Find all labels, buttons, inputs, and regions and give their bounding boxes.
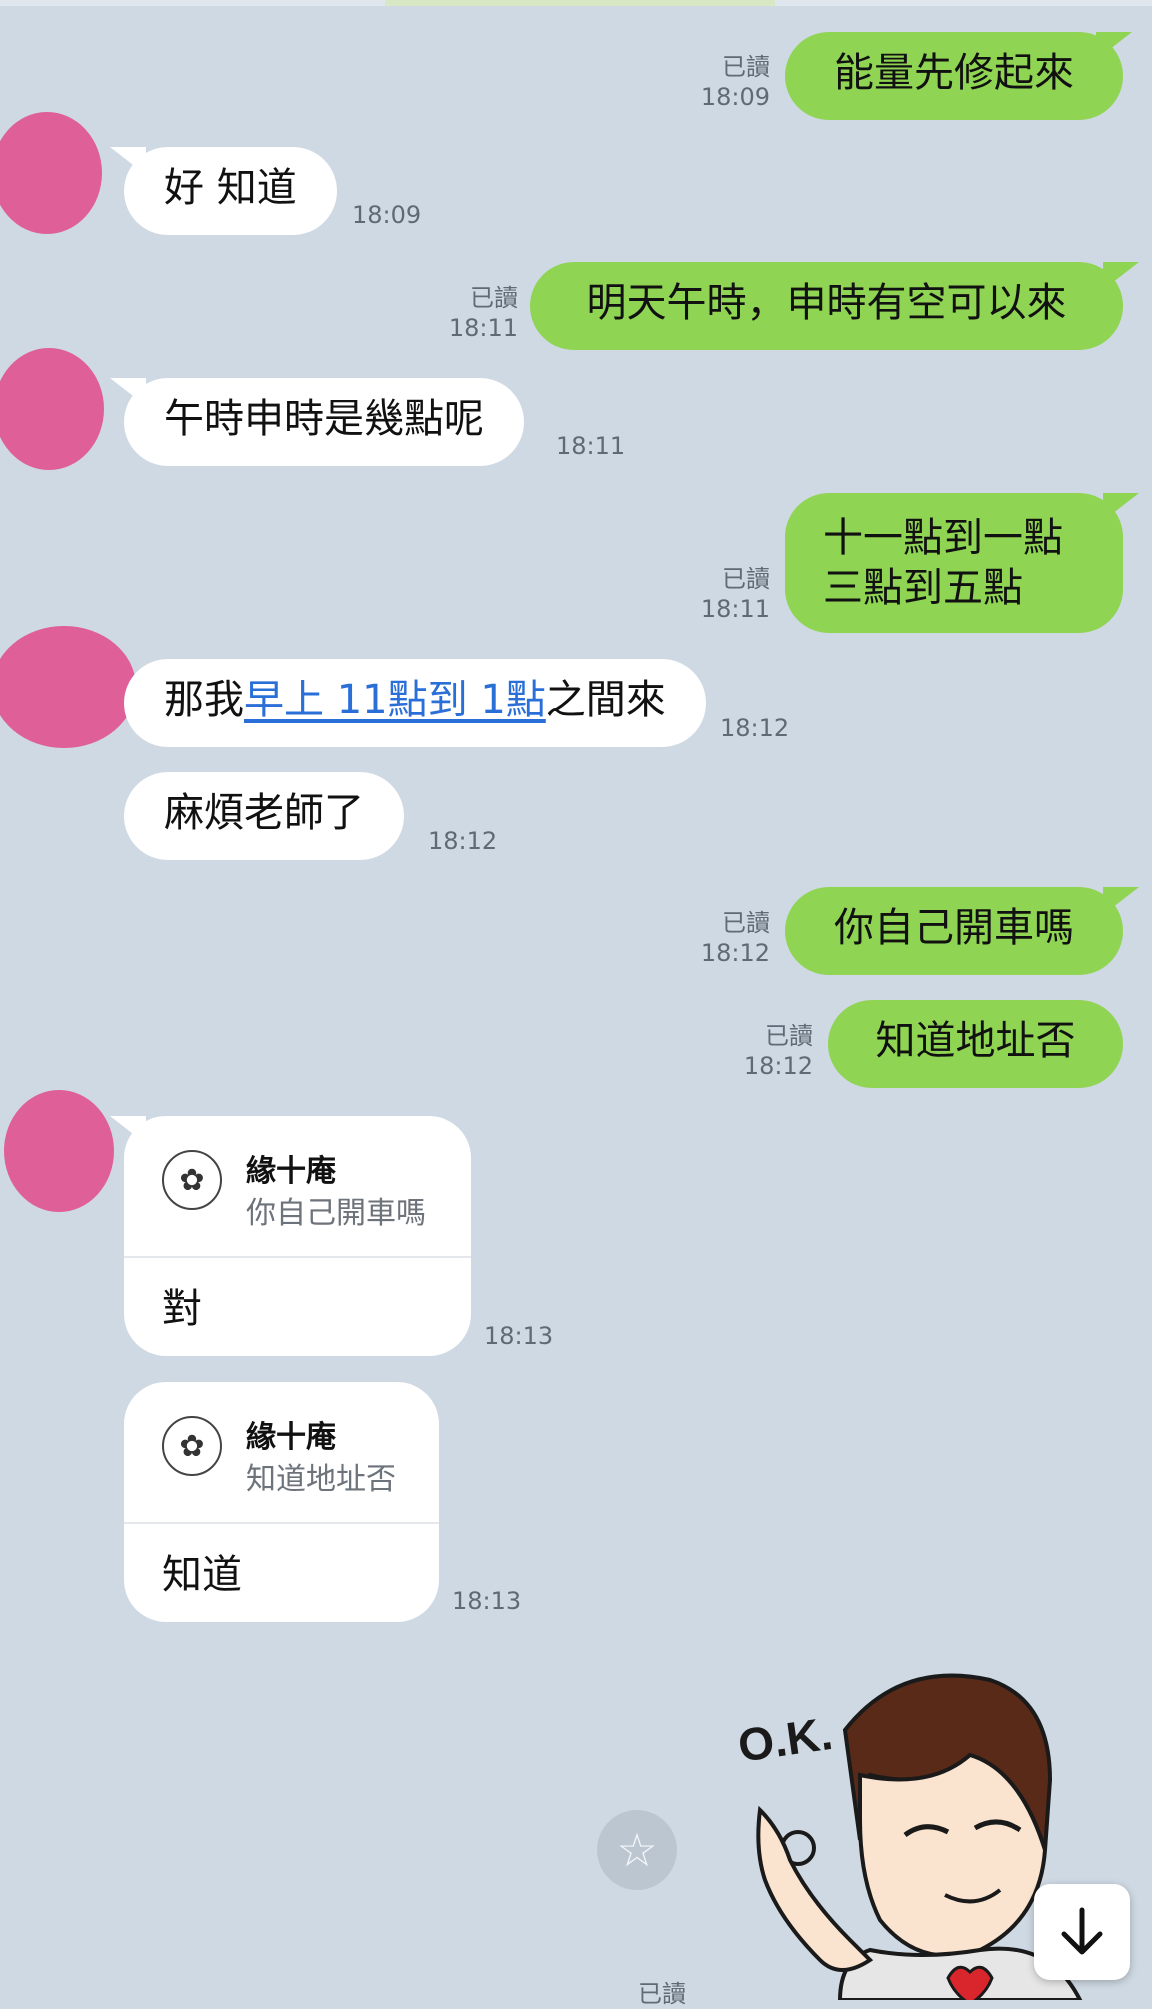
message-text: 你自己開車嗎 — [834, 905, 1074, 951]
message-time: 18:11 — [556, 432, 626, 460]
avatar[interactable] — [0, 112, 102, 234]
message-time: 18:12 — [720, 714, 790, 742]
message-text: 對 — [162, 1286, 202, 1332]
message-text-prefix: 那我 — [164, 677, 244, 723]
message-meta: 已讀 18:11 — [438, 283, 518, 343]
message-time: 18:12 — [428, 827, 498, 855]
sticker-text: O.K. — [735, 1707, 836, 1772]
read-label: 已讀 — [765, 1022, 813, 1050]
avatar[interactable] — [0, 348, 104, 470]
message-bubble-outgoing[interactable]: 你自己開車嗎 — [785, 887, 1123, 975]
message-text: 好 知道 — [164, 165, 297, 211]
message-time: 18:12 — [700, 939, 770, 967]
message-bubble-outgoing[interactable]: 十一點到一點 三點到五點 — [785, 493, 1123, 633]
seal-icon: ✿ — [162, 1416, 222, 1476]
reply-sender-name: 緣十庵 — [246, 1154, 336, 1189]
message-time: 18:11 — [448, 314, 518, 342]
reply-sender-name: 緣十庵 — [246, 1420, 336, 1455]
message-bubble-incoming[interactable]: 好 知道 — [124, 147, 337, 235]
read-label: 已讀 — [722, 53, 770, 81]
message-time: 18:13 — [484, 1322, 554, 1350]
message-meta: 已讀 18:09 — [690, 52, 770, 112]
read-label: 已讀 — [722, 909, 770, 937]
message-text: 能量先修起來 — [834, 50, 1074, 96]
message-text: 知道 — [162, 1552, 242, 1598]
read-label: 已讀 — [722, 565, 770, 593]
avatar[interactable] — [4, 1090, 114, 1212]
message-time: 18:09 — [352, 201, 422, 229]
message-meta: 已讀 18:12 — [690, 908, 770, 968]
message-text-suffix: 之間來 — [545, 677, 666, 723]
message-text-line: 十一點到一點 — [823, 515, 1063, 561]
message-bubble-outgoing[interactable]: 知道地址否 — [828, 1000, 1123, 1088]
reply-bubble[interactable]: ✿ 緣十庵 你自己開車嗎 對 — [124, 1116, 471, 1356]
message-meta: 已讀 18:11 — [690, 564, 770, 624]
message-bubble-incoming[interactable]: 午時申時是幾點呢 — [124, 378, 524, 466]
avatar[interactable] — [0, 626, 136, 748]
top-bubble-edge — [385, 0, 775, 6]
reply-quote-header[interactable]: ✿ 緣十庵 你自己開車嗎 — [124, 1116, 471, 1258]
message-bubble-incoming[interactable]: 麻煩老師了 — [124, 772, 404, 860]
message-text: 午時申時是幾點呢 — [164, 396, 484, 442]
message-text: 明天午時，申時有空可以來 — [586, 280, 1067, 326]
message-time: 18:11 — [700, 595, 770, 623]
message-bubble-outgoing[interactable]: 能量先修起來 — [785, 32, 1123, 120]
arrow-down-icon — [1061, 1907, 1103, 1955]
message-meta: 已讀 18:12 — [733, 1021, 813, 1081]
reply-quote-text: 知道地址否 — [246, 1462, 396, 1497]
reply-quote-header[interactable]: ✿ 緣十庵 知道地址否 — [124, 1382, 439, 1524]
reply-bubble[interactable]: ✿ 緣十庵 知道地址否 知道 — [124, 1382, 439, 1622]
message-text: 麻煩老師了 — [164, 790, 364, 836]
message-text: 知道地址否 — [875, 1018, 1076, 1064]
sticker-arm — [756, 1805, 874, 1972]
message-time: 18:13 — [452, 1587, 522, 1615]
star-icon[interactable]: ☆ — [597, 1810, 677, 1890]
seal-icon: ✿ — [162, 1150, 222, 1210]
reply-quote-text: 你自己開車嗎 — [246, 1196, 426, 1231]
time-link[interactable]: 早上 11點到 1點 — [244, 677, 546, 723]
message-time: 18:12 — [743, 1052, 813, 1080]
read-label: 已讀 — [470, 284, 518, 312]
message-bubble-incoming[interactable]: 那我早上 11點到 1點之間來 — [124, 659, 706, 747]
scroll-down-button[interactable] — [1034, 1884, 1130, 1980]
message-text-line: 三點到五點 — [823, 565, 1023, 611]
message-time: 18:09 — [700, 83, 770, 111]
read-label: 已讀 — [638, 1980, 686, 2008]
message-bubble-outgoing[interactable]: 明天午時，申時有空可以來 — [530, 262, 1123, 350]
